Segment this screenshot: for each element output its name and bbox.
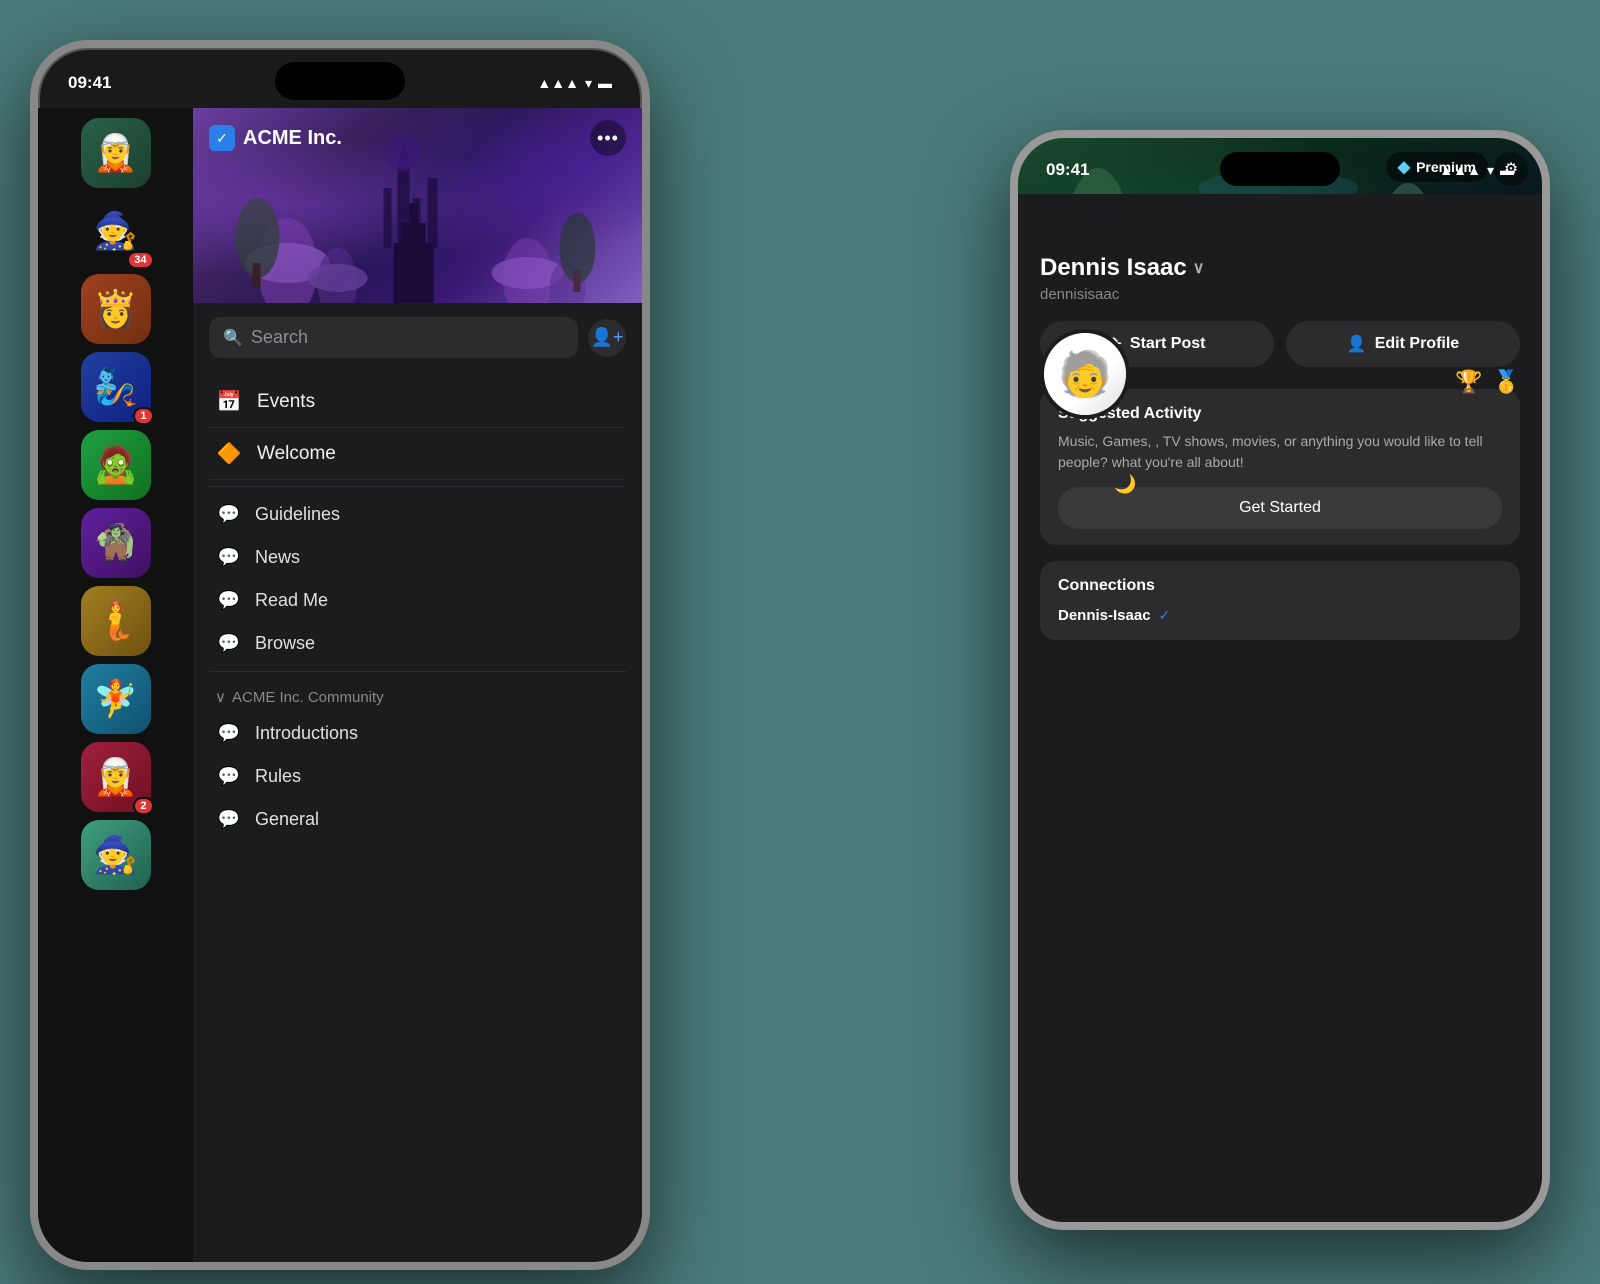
community-section-header: ∨ ACME Inc. Community xyxy=(209,678,626,712)
activity-title: Suggested Activity xyxy=(1058,405,1502,423)
introductions-label: Introductions xyxy=(255,723,358,744)
search-bar: 🔍 Search 👤+ xyxy=(209,317,626,358)
avatar-img-8: 🧚 xyxy=(81,664,151,734)
edit-profile-button[interactable]: 👤 Edit Profile xyxy=(1286,321,1520,367)
avatar-item-8[interactable]: 🧚 xyxy=(81,664,151,734)
profile-username: dennisisaac xyxy=(1040,286,1520,303)
events-icon: 📅 xyxy=(215,389,243,414)
news-channel-icon: 💬 xyxy=(215,547,243,568)
profile-avatar-image: 🧓 xyxy=(1044,333,1126,415)
avatar-img-3: 👸 xyxy=(81,274,151,344)
status-icons-left: ▲▲▲ ▾ ▬ xyxy=(537,75,612,92)
avatar-item-3[interactable]: 👸 xyxy=(81,274,151,344)
welcome-icon: 🔶 xyxy=(215,441,243,466)
status-icons-right: ▲▲▲ ▾ ▬ xyxy=(1439,162,1514,179)
activity-description: Music, Games, , TV shows, movies, or any… xyxy=(1058,431,1502,473)
search-input-wrap[interactable]: 🔍 Search xyxy=(209,317,578,358)
avatar-img-1: 🧝 xyxy=(81,118,151,188)
search-placeholder: Search xyxy=(251,327,308,348)
profile-name: Dennis Isaac ∨ xyxy=(1040,254,1520,282)
channel-list: 🔍 Search 👤+ 📅 Events 🔶 Welcome 💬 xyxy=(193,303,642,855)
channel-item-introductions[interactable]: 💬 Introductions xyxy=(209,712,626,755)
phone-left: 09:41 ▲▲▲ ▾ ▬ 🧝 🧙 34 👸 🧞 1 🧟 🧌 🧜 xyxy=(30,40,650,1270)
battery-icon-left: ▬ xyxy=(598,75,612,91)
status-time-left: 09:41 xyxy=(68,73,111,93)
community-title: ACME Inc. Community xyxy=(232,689,384,706)
edit-profile-label: Edit Profile xyxy=(1375,335,1459,353)
server-name: ACME Inc. xyxy=(243,127,342,150)
section-divider-1 xyxy=(209,486,626,487)
battery-icon-right: ▬ xyxy=(1500,162,1514,178)
phone-right: 09:41 ▲▲▲ ▾ ▬ xyxy=(1010,130,1550,1230)
chevron-down-icon: ∨ xyxy=(215,688,226,706)
avatar-badge-9: 2 xyxy=(133,797,153,815)
guidelines-label: Guidelines xyxy=(255,504,340,525)
channel-item-rules[interactable]: 💬 Rules xyxy=(209,755,626,798)
avatar-img-7: 🧜 xyxy=(81,586,151,656)
verified-check-icon: ✓ xyxy=(209,125,235,151)
profile-body: 🧓 🌙 🏆 🥇 Dennis Isaac ∨ dennisisaac ✈ Sta… xyxy=(1018,194,1542,1222)
search-icon: 🔍 xyxy=(223,328,243,348)
avatar-item-9[interactable]: 🧝 2 xyxy=(81,742,151,812)
edit-person-icon: 👤 xyxy=(1347,334,1367,354)
profile-avatar: 🧓 xyxy=(1040,329,1130,419)
profile-name-text: Dennis Isaac xyxy=(1040,254,1187,282)
channel-item-readme[interactable]: 💬 Read Me xyxy=(209,579,626,622)
browse-channel-icon: 💬 xyxy=(215,633,243,654)
start-post-label: Start Post xyxy=(1130,335,1206,353)
avatar-item-6[interactable]: 🧌 xyxy=(81,508,151,578)
avatar-item-7[interactable]: 🧜 xyxy=(81,586,151,656)
more-options-button[interactable]: ••• xyxy=(590,120,626,156)
trophy-area: 🏆 🥇 xyxy=(1455,369,1520,395)
avatars-strip: 🧝 🧙 34 👸 🧞 1 🧟 🧌 🧜 🧚 🧝 2 🧙 xyxy=(38,108,193,1262)
avatar-img-6: 🧌 xyxy=(81,508,151,578)
status-time-right: 09:41 xyxy=(1046,160,1089,180)
banner-title-left: ✓ ACME Inc. xyxy=(209,125,342,151)
readme-channel-icon: 💬 xyxy=(215,590,243,611)
medal-icon: 🥇 xyxy=(1493,369,1520,395)
avatar-item-5[interactable]: 🧟 xyxy=(81,430,151,500)
introductions-channel-icon: 💬 xyxy=(215,723,243,744)
avatar-badge-2: 34 xyxy=(127,251,153,269)
avatar-img-5: 🧟 xyxy=(81,430,151,500)
nav-item-welcome[interactable]: 🔶 Welcome xyxy=(209,428,626,480)
dynamic-island-right xyxy=(1220,152,1340,186)
main-content-left: ✓ ACME Inc. ••• 🔍 Search 👤+ 📅 xyxy=(193,108,642,1262)
channel-item-browse[interactable]: 💬 Browse xyxy=(209,622,626,665)
general-label: General xyxy=(255,809,319,830)
moon-badge: 🌙 xyxy=(1114,474,1542,1222)
avatar-item-10[interactable]: 🧙 xyxy=(81,820,151,890)
signal-icon-right: ▲▲▲ xyxy=(1439,162,1481,178)
wifi-icon-left: ▾ xyxy=(585,75,592,92)
section-divider-2 xyxy=(209,671,626,672)
add-person-icon: 👤+ xyxy=(591,327,624,348)
signal-icon-left: ▲▲▲ xyxy=(537,75,579,91)
rules-label: Rules xyxy=(255,766,301,787)
avatar-img-10: 🧙 xyxy=(81,820,151,890)
dynamic-island-left xyxy=(275,62,405,100)
avatar-item-4[interactable]: 🧞 1 xyxy=(81,352,151,422)
channel-item-news[interactable]: 💬 News xyxy=(209,536,626,579)
trophy-icon: 🏆 xyxy=(1455,369,1482,395)
name-chevron-icon[interactable]: ∨ xyxy=(1193,258,1205,278)
readme-label: Read Me xyxy=(255,590,328,611)
avatar-item-2[interactable]: 🧙 34 xyxy=(81,196,151,266)
nav-item-events[interactable]: 📅 Events xyxy=(209,376,626,428)
browse-label: Browse xyxy=(255,633,315,654)
guidelines-channel-icon: 💬 xyxy=(215,504,243,525)
avatar-badge-4: 1 xyxy=(133,407,153,425)
banner-title-bar: ✓ ACME Inc. ••• xyxy=(193,108,642,168)
general-channel-icon: 💬 xyxy=(215,809,243,830)
channel-item-guidelines[interactable]: 💬 Guidelines xyxy=(209,493,626,536)
avatar-item-1[interactable]: 🧝 xyxy=(81,118,151,188)
events-label: Events xyxy=(257,391,315,413)
add-friend-button[interactable]: 👤+ xyxy=(588,319,626,357)
wifi-icon-right: ▾ xyxy=(1487,162,1494,179)
news-label: News xyxy=(255,547,300,568)
channel-item-general[interactable]: 💬 General xyxy=(209,798,626,841)
rules-channel-icon: 💬 xyxy=(215,766,243,787)
welcome-label: Welcome xyxy=(257,443,336,465)
server-banner: ✓ ACME Inc. ••• xyxy=(193,108,642,303)
